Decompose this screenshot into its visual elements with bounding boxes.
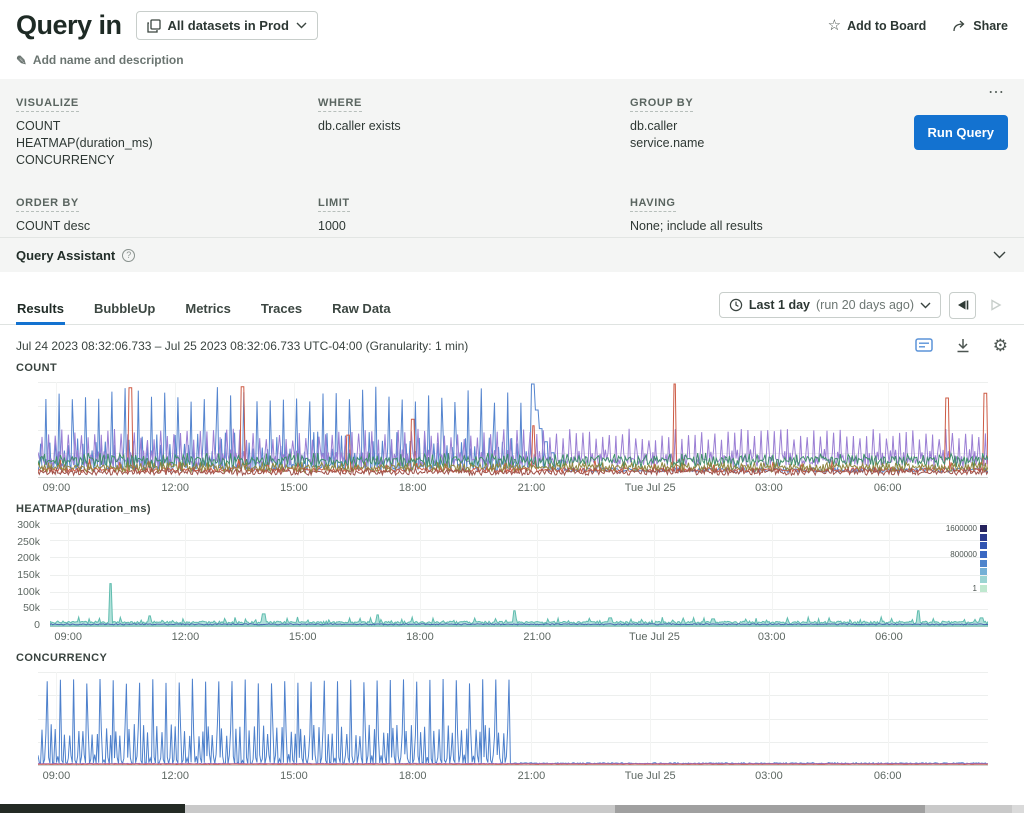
- arrow-back-icon: [955, 299, 970, 311]
- heatmap-chart[interactable]: 300k250k200k150k100k50k0 16000008000001 …: [50, 523, 988, 644]
- time-range-label: Last 1 day: [749, 298, 810, 312]
- query-assistant-label: Query Assistant: [16, 248, 115, 263]
- tab-results[interactable]: Results: [16, 292, 65, 324]
- chevron-down-icon: [993, 251, 1006, 259]
- limit-cell: LIMIT 1000: [318, 193, 630, 235]
- scrollbar-thumb[interactable]: [615, 805, 925, 813]
- scrollbar-corner: [1012, 805, 1024, 813]
- previous-query-button[interactable]: [949, 292, 976, 319]
- visualize-value[interactable]: HEATMAP(duration_ms): [16, 135, 318, 152]
- order-by-value[interactable]: COUNT desc: [16, 218, 318, 235]
- results-table-edge: [0, 804, 185, 813]
- heatmap-y-axis: 300k250k200k150k100k50k0: [0, 523, 44, 644]
- order-by-cell: ORDER BY COUNT desc: [16, 193, 318, 235]
- pencil-icon: ✎: [16, 54, 27, 67]
- chevron-down-icon: [296, 22, 307, 29]
- results-tabs: Results BubbleUp Metrics Traces Raw Data…: [0, 292, 1024, 325]
- having-label: HAVING: [630, 197, 676, 212]
- chart-title-count: COUNT: [16, 362, 1024, 374]
- add-to-board-button[interactable]: ☆ Add to Board: [828, 18, 927, 33]
- clock-icon: [729, 298, 743, 312]
- star-icon: ☆: [828, 18, 841, 33]
- having-value[interactable]: None; include all results: [630, 218, 1008, 235]
- dataset-selector[interactable]: All datasets in Prod: [136, 11, 318, 40]
- count-chart[interactable]: 09:0012:0015:0018:0021:00Tue Jul 2503:00…: [38, 382, 988, 495]
- heatmap-chart-block: HEATMAP(duration_ms) 300k250k200k150k100…: [0, 503, 1024, 644]
- gear-icon: ⚙: [993, 337, 1008, 354]
- limit-value[interactable]: 1000: [318, 218, 630, 235]
- more-options-icon[interactable]: ⋯: [988, 85, 1006, 101]
- chart-title-heatmap: HEATMAP(duration_ms): [16, 503, 1024, 515]
- visualize-value[interactable]: COUNT: [16, 118, 318, 135]
- query-builder-panel: ⋯ VISUALIZE COUNT HEATMAP(duration_ms) C…: [0, 79, 1024, 237]
- count-x-axis: 09:0012:0015:0018:0021:00Tue Jul 2503:00…: [38, 478, 988, 495]
- annotations-button[interactable]: [915, 338, 933, 354]
- having-cell: HAVING None; include all results: [630, 193, 1008, 235]
- count-chart-block: COUNT 09:0012:0015:0018:0021:00Tue Jul 2…: [0, 362, 1024, 495]
- run-query-button[interactable]: Run Query: [914, 115, 1008, 150]
- tab-metrics[interactable]: Metrics: [184, 292, 232, 324]
- tab-raw-data[interactable]: Raw Data: [331, 292, 392, 324]
- tab-traces[interactable]: Traces: [260, 292, 303, 324]
- share-icon: [952, 19, 967, 32]
- dataset-selector-label: All datasets in Prod: [168, 18, 289, 33]
- where-label: WHERE: [318, 97, 362, 112]
- share-button[interactable]: Share: [952, 19, 1008, 33]
- next-query-button[interactable]: [984, 292, 1008, 319]
- concurrency-x-axis: 09:0012:0015:0018:0021:00Tue Jul 2503:00…: [38, 766, 988, 783]
- query-assistant-bar[interactable]: Query Assistant ?: [0, 237, 1024, 272]
- concurrency-chart[interactable]: 09:0012:0015:0018:0021:00Tue Jul 2503:00…: [38, 672, 988, 783]
- visualize-label: VISUALIZE: [16, 97, 79, 112]
- page-title: Query in: [16, 10, 122, 41]
- time-range-note: (run 20 days ago): [816, 298, 914, 312]
- where-cell: WHERE db.caller exists: [318, 93, 630, 169]
- concurrency-chart-block: CONCURRENCY 09:0012:0015:0018:0021:00Tue…: [0, 652, 1024, 783]
- chevron-down-icon: [920, 302, 931, 309]
- where-value[interactable]: db.caller exists: [318, 118, 630, 135]
- add-name-button[interactable]: ✎ Add name and description: [16, 53, 184, 67]
- heatmap-legend: 16000008000001: [946, 524, 987, 594]
- time-range-selector[interactable]: Last 1 day (run 20 days ago): [719, 292, 941, 318]
- bottom-edge: [0, 803, 1024, 813]
- visualize-value[interactable]: CONCURRENCY: [16, 152, 318, 169]
- download-button[interactable]: [955, 338, 971, 354]
- limit-label: LIMIT: [318, 197, 350, 212]
- group-by-label: GROUP BY: [630, 97, 693, 112]
- time-range-text: Jul 24 2023 08:32:06.733 – Jul 25 2023 0…: [16, 339, 468, 353]
- datasets-icon: [147, 19, 161, 33]
- visualize-cell: VISUALIZE COUNT HEATMAP(duration_ms) CON…: [16, 93, 318, 169]
- arrow-forward-icon: [989, 299, 1003, 311]
- help-icon: ?: [122, 249, 135, 262]
- tab-bubbleup[interactable]: BubbleUp: [93, 292, 156, 324]
- download-icon: [955, 338, 971, 354]
- horizontal-scrollbar[interactable]: [185, 805, 1024, 813]
- top-bar: Query in All datasets in Prod ☆ Add to B…: [0, 0, 1024, 41]
- order-by-label: ORDER BY: [16, 197, 79, 212]
- comment-icon: [915, 338, 933, 354]
- settings-button[interactable]: ⚙: [993, 337, 1008, 354]
- results-meta-row: Jul 24 2023 08:32:06.733 – Jul 25 2023 0…: [0, 325, 1024, 354]
- heatmap-x-axis: 09:0012:0015:0018:0021:00Tue Jul 2503:00…: [50, 627, 988, 644]
- chart-title-concurrency: CONCURRENCY: [16, 652, 1024, 664]
